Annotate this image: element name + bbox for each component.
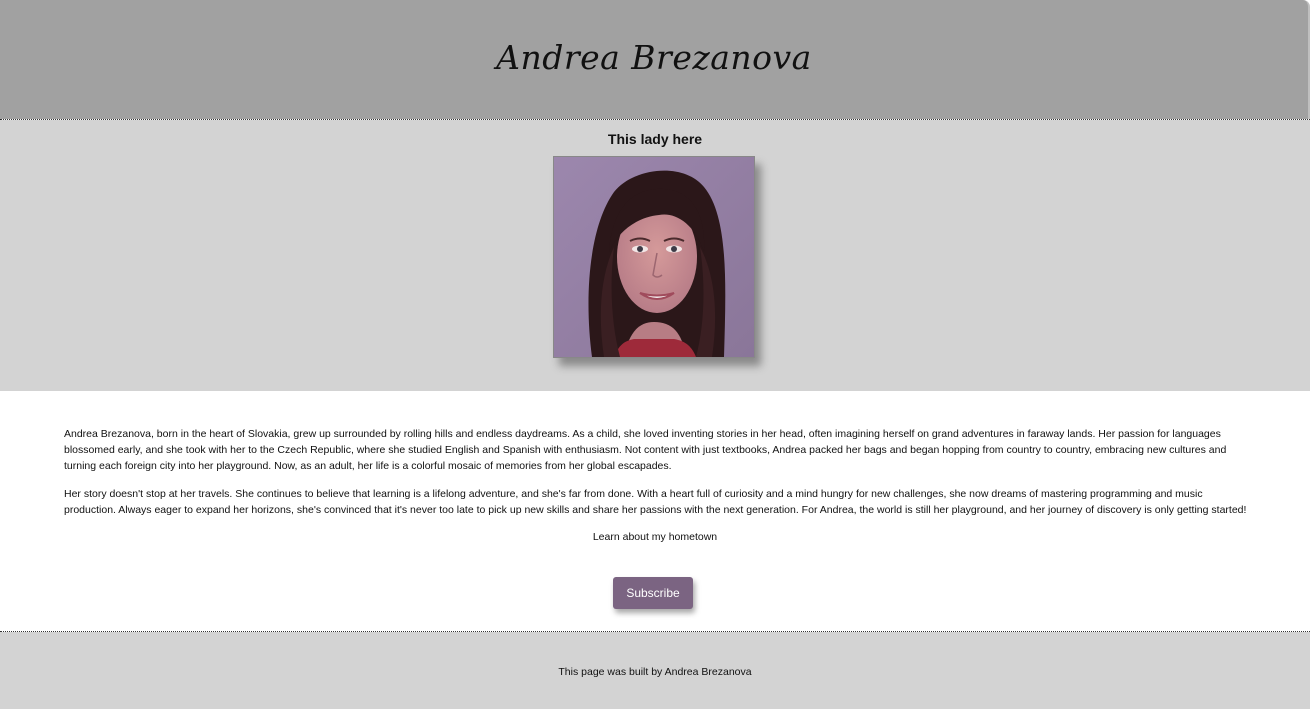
subscribe-button[interactable]: Subscribe [613,577,693,609]
bio-paragraph: Her story doesn't stop at her travels. S… [64,488,1247,516]
portrait-photo [553,156,755,358]
hero-section: This lady here [0,120,1310,391]
site-footer: This page was built by Andrea Brezanova [0,632,1310,709]
page: Andrea Brezanova This lady here Andrea B… [0,0,1312,709]
page-title: Andrea Brezanova [496,38,812,77]
bio-paragraph: Andrea Brezanova, born in the heart of S… [64,428,1227,472]
footer-credit: This page was built by Andrea Brezanova [558,666,752,678]
hometown-link[interactable]: Learn about my hometown [0,531,1310,543]
portrait-image [554,157,754,357]
bio-section: Andrea Brezanova, born in the heart of S… [0,391,1310,631]
site-header: Andrea Brezanova [0,0,1310,119]
photo-caption: This lady here [607,131,703,147]
